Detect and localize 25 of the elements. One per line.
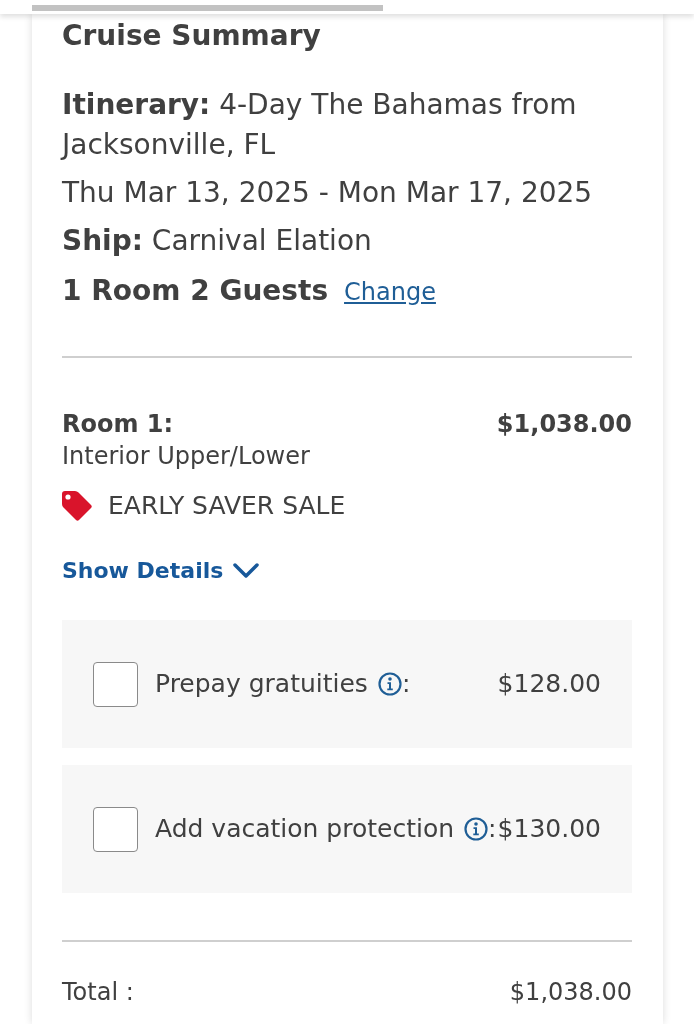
total-value: $1,038.00 (509, 977, 632, 1008)
show-details-toggle[interactable]: Show Details (62, 555, 260, 587)
chevron-down-icon (233, 563, 260, 579)
total-label: Total : (62, 977, 134, 1008)
add-on-colon: : (488, 813, 497, 846)
occupancy-text: 1 Room 2 Guests (62, 273, 329, 309)
promo-label: EARLY SAVER SALE (108, 490, 346, 523)
change-link[interactable]: Change (344, 272, 436, 312)
trip-detail-text: Itinerary: 4-Day The Bahamas from Jacksonville, FL (62, 87, 578, 163)
room-price: $1,038.00 (496, 409, 632, 440)
add-on-price: $128.00 (497, 668, 601, 701)
trip-detail-text: Ship: Carnival Elation (62, 223, 373, 259)
tag-icon (62, 491, 92, 521)
summary-title: Cruise Summary (62, 18, 322, 54)
info-icon[interactable] (377, 672, 402, 696)
add-on-label: Prepay gratuities (155, 668, 368, 701)
room-title: Room 1: (62, 409, 174, 440)
add-on-label: Add vacation protection (155, 813, 455, 846)
add-on-colon: : (401, 668, 411, 701)
room-category: Interior Upper/Lower (62, 441, 311, 472)
add-on-checkbox[interactable] (93, 661, 138, 707)
add-on-price: $130.00 (497, 813, 601, 846)
trip-detail-text: Thu Mar 13, 2025 - Mon Mar 17, 2025 (62, 175, 594, 211)
info-icon[interactable] (464, 817, 489, 841)
add-on-checkbox[interactable] (93, 806, 138, 852)
